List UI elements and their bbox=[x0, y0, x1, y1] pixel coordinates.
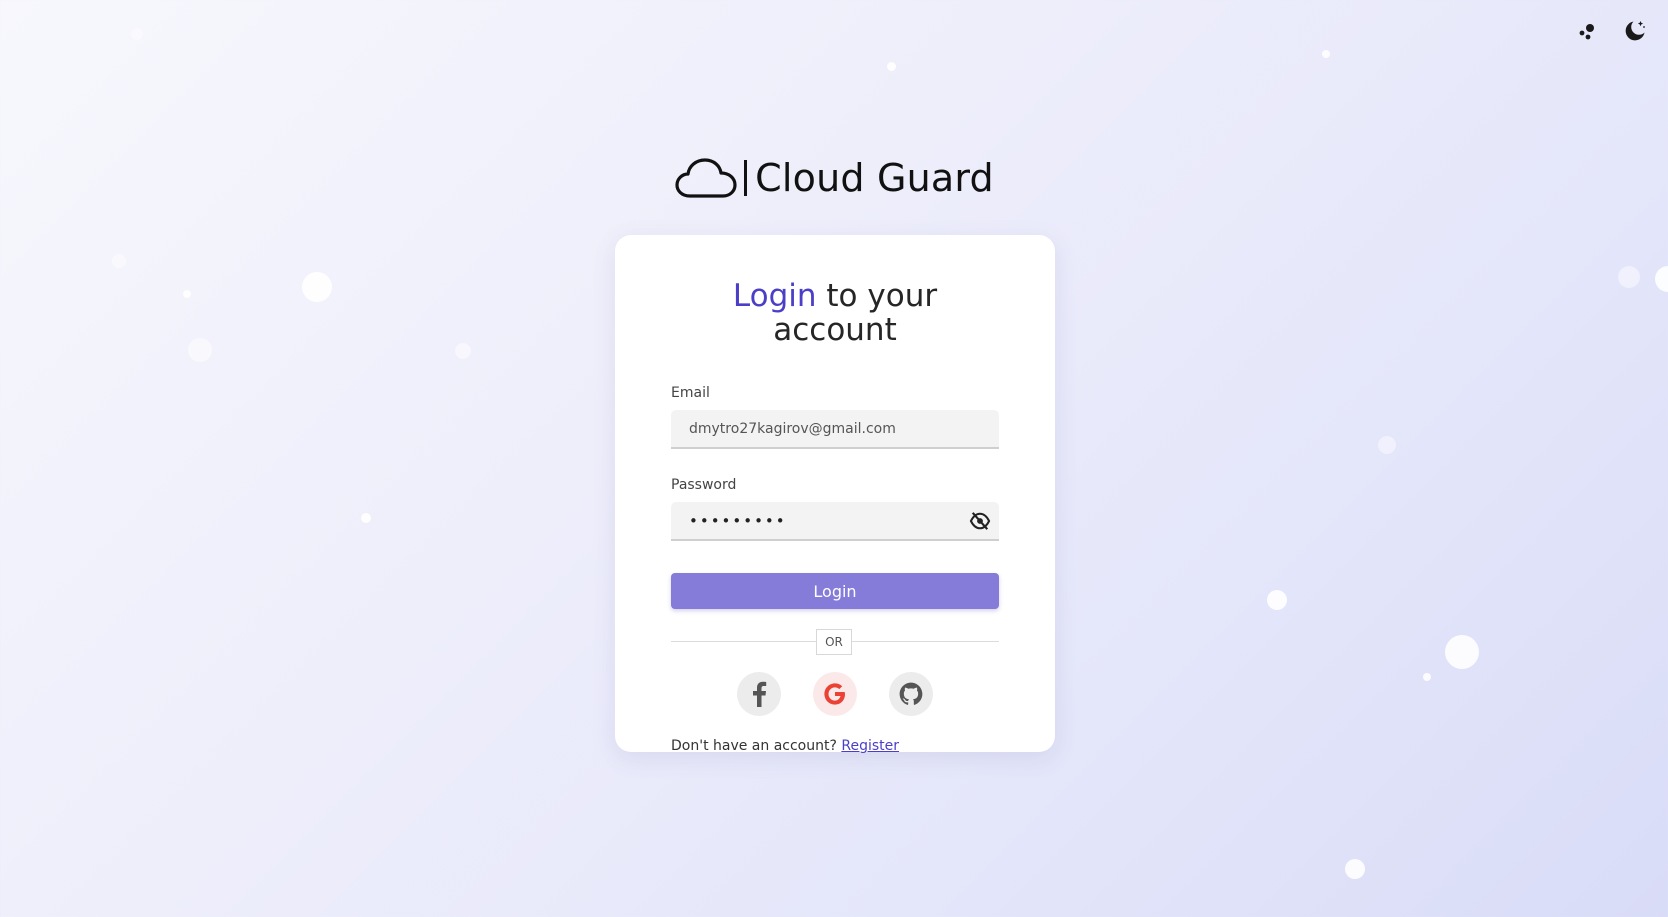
moon-icon[interactable] bbox=[1622, 18, 1648, 44]
background-particle bbox=[1445, 635, 1479, 669]
google-icon bbox=[824, 683, 845, 705]
register-prompt-text: Don't have an account? bbox=[671, 738, 837, 755]
cloud-icon bbox=[675, 158, 737, 198]
logo-separator bbox=[744, 160, 748, 196]
facebook-icon bbox=[753, 681, 767, 708]
top-toolbar bbox=[1574, 18, 1648, 44]
facebook-login-button[interactable] bbox=[737, 672, 781, 717]
brand-name: Cloud Guard bbox=[755, 156, 994, 200]
password-field[interactable] bbox=[687, 510, 983, 531]
background-particle bbox=[302, 272, 332, 302]
password-field-wrapper bbox=[671, 502, 999, 542]
background-particle bbox=[1267, 590, 1287, 610]
background-particle bbox=[455, 343, 471, 359]
brand-logo: Cloud Guard bbox=[0, 156, 1668, 200]
background-particle bbox=[1618, 266, 1640, 288]
eye-off-icon[interactable] bbox=[969, 511, 991, 531]
background-particle bbox=[887, 62, 896, 71]
github-login-button[interactable] bbox=[889, 672, 933, 717]
background-particle bbox=[112, 254, 126, 268]
background-particle bbox=[1322, 50, 1330, 58]
email-field[interactable] bbox=[687, 419, 983, 438]
login-heading: Login to your account bbox=[671, 279, 999, 347]
background-particle bbox=[188, 338, 212, 362]
register-prompt: Don't have an account? Register bbox=[671, 738, 999, 754]
github-icon bbox=[899, 682, 923, 706]
register-link[interactable]: Register bbox=[841, 738, 899, 754]
background-particle bbox=[131, 28, 143, 40]
background-particle bbox=[1655, 266, 1668, 292]
background-particle bbox=[1378, 436, 1396, 454]
background-particle bbox=[1345, 859, 1365, 879]
social-login-group bbox=[671, 672, 999, 717]
background-particle bbox=[1423, 673, 1431, 681]
password-label: Password bbox=[671, 477, 737, 494]
login-button[interactable]: Login bbox=[671, 573, 999, 610]
background-particle bbox=[183, 290, 191, 298]
background-particle bbox=[361, 513, 371, 523]
or-label: OR bbox=[816, 629, 852, 656]
login-card: Login to your account Email Password Log… bbox=[615, 235, 1055, 754]
or-divider: OR bbox=[671, 629, 999, 656]
email-field-wrapper bbox=[671, 410, 999, 450]
particles-icon[interactable] bbox=[1574, 18, 1600, 44]
google-login-button[interactable] bbox=[813, 672, 857, 717]
heading-accent: Login bbox=[732, 278, 817, 314]
email-label: Email bbox=[671, 385, 710, 402]
